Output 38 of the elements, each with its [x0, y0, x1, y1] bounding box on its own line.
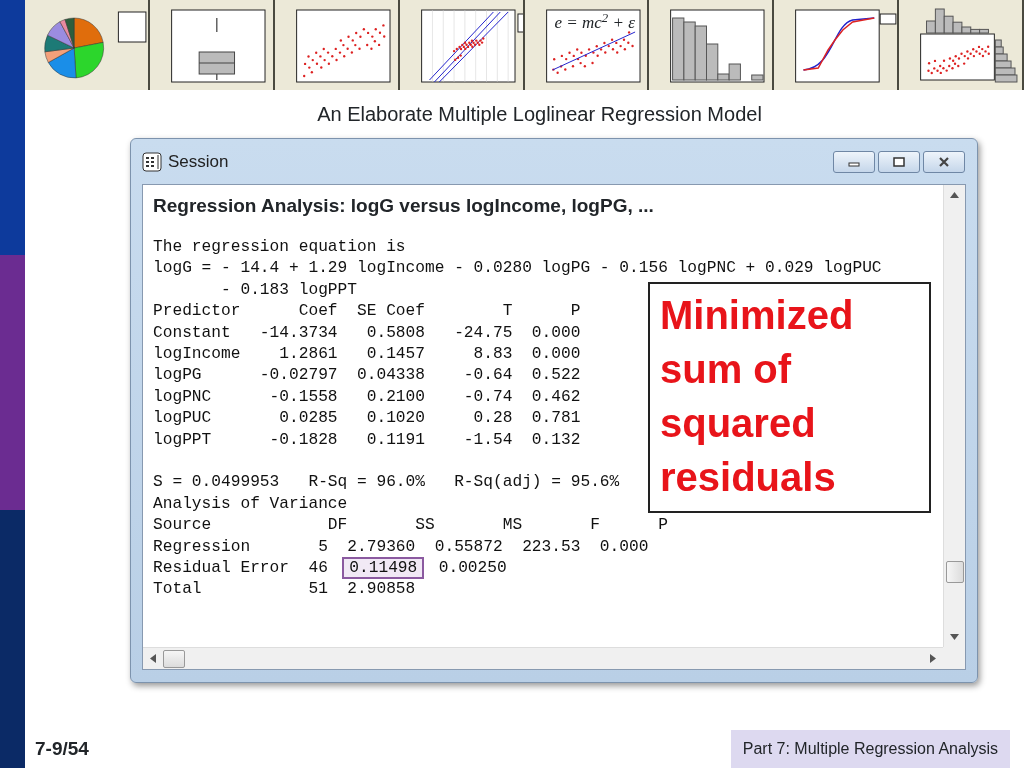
- footer-label: Part 7: Multiple Regression Analysis: [730, 730, 1010, 768]
- minimize-button[interactable]: [833, 150, 875, 173]
- output-line: logIncome 1.2861 0.1457 8.83 0.000: [153, 344, 581, 366]
- output-line: logPG -0.02797 0.04338 -0.64 0.522: [153, 365, 581, 387]
- down-arrow-icon: [950, 634, 959, 640]
- output-line: S = 0.0499953 R-Sq = 96.0% R-Sq(adj) = 95.6%: [153, 472, 620, 494]
- left-arrow-icon: [150, 654, 156, 663]
- slide-title: An Elaborate Multiple Loglinear Regression Model: [317, 102, 762, 127]
- window-title: Session: [168, 150, 230, 173]
- output-line: logPPT -0.1828 0.1191 -1.54 0.132: [153, 429, 581, 451]
- slide-number: 7-9/54: [35, 736, 89, 761]
- output-heading: Regression Analysis: logG versus logIncome, logPG, ...: [153, 194, 655, 218]
- session-icon: [141, 150, 163, 173]
- output-line: Analysis of Variance: [153, 493, 348, 515]
- scroll-thumb[interactable]: [163, 649, 185, 668]
- output-line: Source DF SS MS F P: [153, 515, 668, 537]
- vertical-scrollbar[interactable]: [943, 185, 965, 647]
- horizontal-scrollbar[interactable]: [143, 647, 943, 669]
- formula-text: e = mc$^{2}$ + ε: [554, 14, 635, 31]
- close-icon: [937, 156, 951, 167]
- output-line: Residual Error 46 0.11498 0.00250: [153, 558, 507, 580]
- scroll-thumb[interactable]: [945, 561, 964, 583]
- output-line: - 0.183 logPPT: [220, 279, 357, 301]
- callout-text: Minimized sum of squared residuals: [648, 282, 931, 513]
- highlight-box: 0.11498: [342, 557, 425, 580]
- output-line: Total 51 2.90858: [153, 579, 416, 601]
- up-arrow-icon: [950, 192, 959, 198]
- output-line: Predictor Coef SE Coef T P: [153, 301, 581, 323]
- maximize-button[interactable]: [878, 150, 920, 173]
- output-line: Regression 5 2.79360 0.55872 223.53 0.000: [153, 536, 649, 558]
- output-line: Constant -14.3734 0.5808 -24.75 0.000: [153, 322, 581, 344]
- output-line: logPUC 0.0285 0.1020 0.28 0.781: [153, 408, 581, 430]
- close-button[interactable]: [923, 150, 965, 173]
- output-line: logG = - 14.4 + 1.29 logIncome - 0.0280 logPG - 0.156 logPNC + 0.029 logPUC: [153, 258, 882, 280]
- output-line: The regression equation is: [153, 237, 406, 258]
- maximize-icon: [892, 156, 906, 167]
- output-line: logPNC -0.1558 0.2100 -0.74 0.462: [153, 386, 581, 408]
- right-arrow-icon: [930, 654, 936, 663]
